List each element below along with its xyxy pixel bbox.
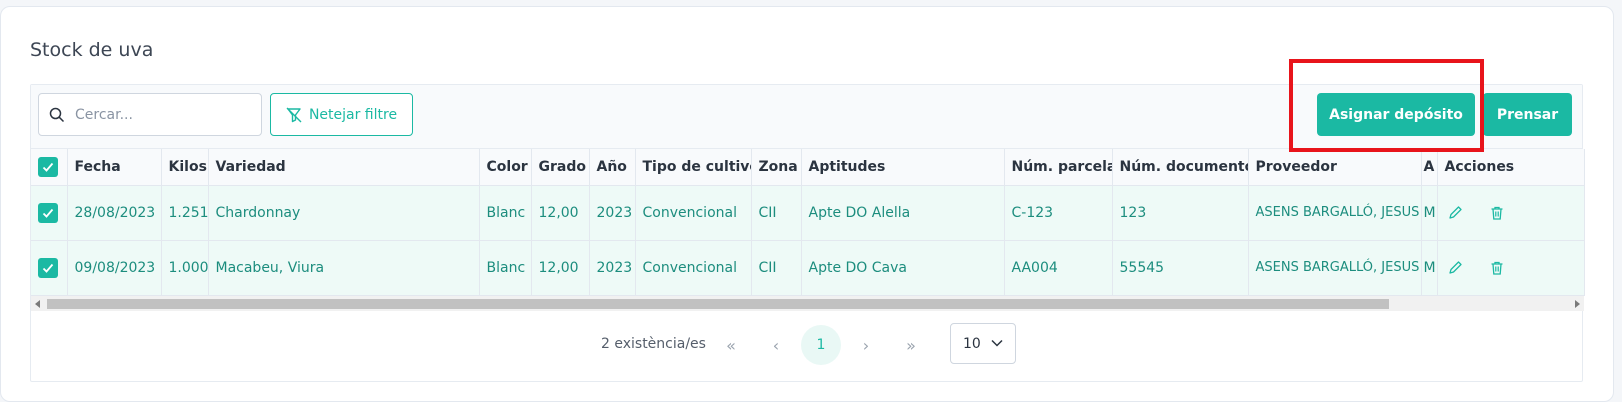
check-icon [42, 263, 54, 273]
filter-off-icon [286, 107, 302, 122]
cell-date: 09/08/2023 [67, 240, 162, 296]
cell-supplier: ASENS BARGALLÓ, JESUS [1248, 185, 1422, 241]
table-header-row: Fecha Kilos Variedad Color Grado Año Tip… [31, 149, 1585, 186]
cell-truncated: M [1421, 185, 1438, 241]
search-input[interactable] [75, 106, 245, 123]
cell-truncated: M [1421, 240, 1438, 296]
prev-page-button[interactable]: ‹ [756, 325, 796, 365]
cell-crop-type: Convencional [635, 240, 752, 296]
column-header[interactable]: Tipo de cultivo [635, 149, 752, 186]
row-checkbox[interactable] [38, 202, 58, 223]
check-icon [42, 208, 54, 218]
page-title: Stock de uva [30, 39, 154, 61]
page-size-select[interactable]: 10 [950, 323, 1016, 364]
column-header[interactable]: Fecha [67, 149, 162, 186]
column-header[interactable]: Variedad [208, 149, 480, 186]
table-row[interactable]: 28/08/2023 1.251 Chardonnay Blanc 12,00 … [31, 185, 1585, 241]
horizontal-scrollbar[interactable] [31, 295, 1584, 311]
column-header[interactable]: Zona [751, 149, 802, 186]
cell-plot-number: AA004 [1004, 240, 1113, 296]
check-icon [42, 162, 54, 172]
cell-plot-number: C-123 [1004, 185, 1113, 241]
next-page-button[interactable]: › [846, 325, 886, 365]
clear-filter-button[interactable]: Netejar filtre [270, 93, 413, 136]
column-header[interactable]: Núm. parcela [1004, 149, 1113, 186]
cell-kilos: 1.251 [161, 185, 209, 241]
cell-variety: Macabeu, Viura [208, 240, 480, 296]
cell-zone: CII [751, 185, 802, 241]
last-page-button[interactable]: » [891, 325, 931, 365]
table-row[interactable]: 09/08/2023 1.000 Macabeu, Viura Blanc 12… [31, 240, 1585, 296]
scroll-right-icon[interactable] [1575, 300, 1580, 308]
cell-supplier: ASENS BARGALLÓ, JESUS [1248, 240, 1422, 296]
grape-stock-table: Fecha Kilos Variedad Color Grado Año Tip… [31, 149, 1585, 296]
cell-year: 2023 [589, 240, 636, 296]
column-header[interactable]: A [1421, 149, 1438, 186]
edit-icon[interactable] [1445, 258, 1465, 278]
search-box[interactable] [38, 93, 262, 136]
press-button[interactable]: Prensar [1483, 93, 1572, 136]
trash-icon[interactable] [1487, 258, 1507, 278]
scroll-thumb[interactable] [47, 299, 1389, 309]
cell-date: 28/08/2023 [67, 185, 162, 241]
cell-color: Blanc [479, 185, 532, 241]
cell-crop-type: Convencional [635, 185, 752, 241]
first-page-button[interactable]: « [711, 325, 751, 365]
column-header[interactable]: Núm. documento [1112, 149, 1249, 186]
column-header[interactable]: Aptitudes [801, 149, 1005, 186]
select-all-checkbox[interactable] [38, 156, 58, 177]
cell-variety: Chardonnay [208, 185, 480, 241]
pagination: 2 existència/es « ‹ 1 › » 10 [31, 313, 1582, 383]
cell-kilos: 1.000 [161, 240, 209, 296]
trash-icon[interactable] [1487, 203, 1507, 223]
page-button-current[interactable]: 1 [801, 325, 841, 365]
search-icon [49, 107, 65, 122]
cell-aptitudes: Apte DO Alella [801, 185, 1005, 241]
cell-grade: 12,00 [531, 185, 590, 241]
column-header[interactable]: Kilos [161, 149, 209, 186]
cell-zone: CII [751, 240, 802, 296]
column-header[interactable]: Color [479, 149, 532, 186]
highlight-box [1289, 59, 1484, 152]
clear-filter-label: Netejar filtre [308, 106, 398, 123]
column-header[interactable]: Proveedor [1248, 149, 1422, 186]
cell-document-number: 55545 [1112, 240, 1249, 296]
row-checkbox[interactable] [38, 257, 58, 278]
column-header[interactable]: Año [589, 149, 636, 186]
edit-icon[interactable] [1445, 203, 1465, 223]
column-header[interactable]: Grado [531, 149, 590, 186]
column-header: Acciones [1437, 149, 1585, 186]
cell-color: Blanc [479, 240, 532, 296]
page-size-value: 10 [963, 335, 981, 352]
chevron-down-icon [991, 339, 1003, 347]
cell-grade: 12,00 [531, 240, 590, 296]
scroll-left-icon[interactable] [35, 300, 40, 308]
record-count: 2 existència/es [601, 336, 706, 352]
cell-year: 2023 [589, 185, 636, 241]
cell-aptitudes: Apte DO Cava [801, 240, 1005, 296]
cell-document-number: 123 [1112, 185, 1249, 241]
